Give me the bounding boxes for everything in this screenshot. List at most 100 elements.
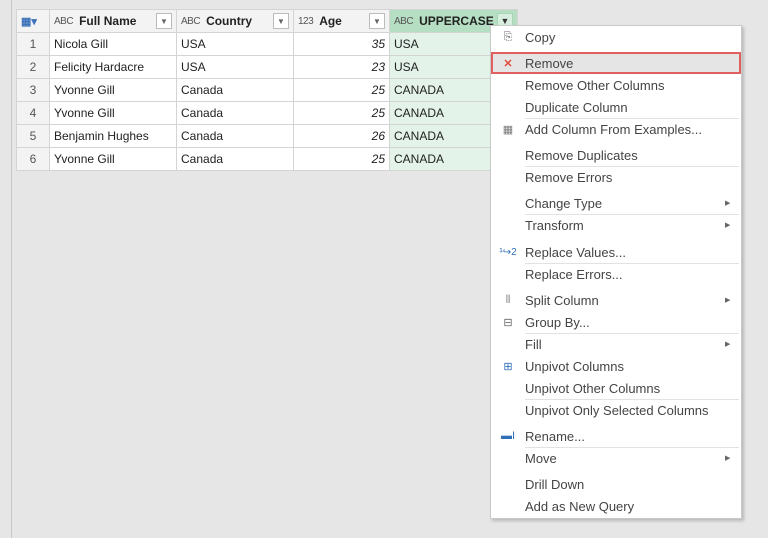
menu-item-split-column[interactable]: ⫴ Split Column ▶ [491,289,741,311]
table-row: 5 Benjamin Hughes Canada 26 CANADA [16,124,518,148]
cell-country[interactable]: USA [176,32,294,56]
context-menu: ⎘ Copy ✕ Remove Remove Other Columns Duplicat… [490,25,742,519]
copy-icon: ⎘ [503,30,513,43]
text-type-icon[interactable]: ABC [181,16,201,27]
menu-separator [525,263,739,264]
filter-dropdown-icon[interactable]: ▼ [273,13,289,29]
column-label: Country [206,14,253,28]
data-grid: ▦▾ ABC Full Name ▼ ABC Country ▼ 123 Age ▼ ABC… [16,9,518,171]
menu-item-drill-down[interactable]: Drill Down [491,473,741,495]
menu-item-transform[interactable]: Transform ▶ [491,214,741,236]
cell-age[interactable]: 23 [293,55,390,79]
rename-icon: ▬I [500,430,516,442]
menu-separator [525,333,739,334]
remove-column-icon: ✕ [503,57,513,70]
pane-border [11,0,12,538]
cell-country[interactable]: Canada [176,101,294,125]
menu-item-group-by[interactable]: ⊟ Group By... [491,311,741,333]
submenu-arrow-icon: ▶ [725,341,731,348]
row-number[interactable]: 4 [16,101,50,125]
menu-item-copy[interactable]: ⎘ Copy [491,26,741,48]
menu-item-label: Unpivot Only Selected Columns [525,402,709,418]
cell-full-name[interactable]: Yvonne Gill [49,78,177,102]
row-number[interactable]: 5 [16,124,50,148]
submenu-arrow-icon: ▶ [725,200,731,207]
column-header-full-name[interactable]: ABC Full Name ▼ [49,9,177,33]
row-number[interactable]: 1 [16,32,50,56]
menu-item-add-as-new-query[interactable]: Add as New Query [491,495,741,517]
filter-dropdown-icon[interactable]: ▼ [369,13,385,29]
cell-age[interactable]: 26 [293,124,390,148]
cell-age[interactable]: 25 [293,101,390,125]
menu-item-label: Group By... [525,314,590,330]
column-label: Full Name [79,14,137,28]
add-column-examples-icon: ▦ [502,123,514,136]
menu-item-label: Rename... [525,428,585,444]
cell-full-name[interactable]: Benjamin Hughes [49,124,177,148]
menu-separator [525,447,739,448]
replace-values-icon: ¹↪2 [499,246,517,258]
cell-age[interactable]: 35 [293,32,390,56]
menu-item-unpivot-columns[interactable]: ⊞ Unpivot Columns [491,355,741,377]
menu-item-remove-other-columns[interactable]: Remove Other Columns [491,74,741,96]
cell-country[interactable]: Canada [176,124,294,148]
menu-item-rename[interactable]: ▬I Rename... [491,425,741,447]
column-header-country[interactable]: ABC Country ▼ [176,9,294,33]
cell-full-name[interactable]: Nicola Gill [49,32,177,56]
cell-age[interactable]: 25 [293,78,390,102]
submenu-arrow-icon: ▶ [725,455,731,462]
menu-item-label: Unpivot Columns [525,358,624,374]
menu-item-label: Copy [525,29,556,45]
menu-item-unpivot-other-columns[interactable]: Unpivot Other Columns [491,377,741,399]
row-number[interactable]: 2 [16,55,50,79]
menu-item-label: Unpivot Other Columns [525,380,661,396]
table-row: 4 Yvonne Gill Canada 25 CANADA [16,101,518,125]
cell-full-name[interactable]: Yvonne Gill [49,101,177,125]
menu-item-label: Add as New Query [525,498,635,514]
menu-item-unpivot-only-selected-columns[interactable]: Unpivot Only Selected Columns [491,399,741,421]
submenu-arrow-icon: ▶ [725,222,731,229]
text-type-icon[interactable]: ABC [54,16,74,27]
cell-country[interactable]: Canada [176,147,294,171]
menu-item-remove-errors[interactable]: Remove Errors [491,166,741,188]
cell-full-name[interactable]: Felicity Hardacre [49,55,177,79]
menu-item-label: Transform [525,217,584,233]
menu-item-label: Remove Duplicates [525,147,638,163]
table-row: 2 Felicity Hardacre USA 23 USA [16,55,518,79]
cell-full-name[interactable]: Yvonne Gill [49,147,177,171]
menu-item-remove-duplicates[interactable]: Remove Duplicates [491,144,741,166]
menu-item-add-column-from-examples[interactable]: ▦ Add Column From Examples... [491,118,741,140]
menu-item-replace-errors[interactable]: Replace Errors... [491,263,741,285]
row-number[interactable]: 6 [16,147,50,171]
menu-separator [525,214,739,215]
menu-item-move[interactable]: Move ▶ [491,447,741,469]
table-row: 6 Yvonne Gill Canada 25 CANADA [16,147,518,171]
group-by-icon: ⊟ [503,316,513,329]
menu-item-change-type[interactable]: Change Type ▶ [491,192,741,214]
unpivot-icon: ⊞ [503,360,513,373]
menu-item-label: Duplicate Column [525,99,628,115]
header-row: ▦▾ ABC Full Name ▼ ABC Country ▼ 123 Age ▼ ABC… [16,9,518,33]
menu-separator [525,118,739,119]
menu-item-duplicate-column[interactable]: Duplicate Column [491,96,741,118]
row-number[interactable]: 3 [16,78,50,102]
menu-item-label: Fill [525,336,542,352]
menu-item-replace-values[interactable]: ¹↪2 Replace Values... [491,241,741,263]
table-row: 1 Nicola Gill USA 35 USA [16,32,518,56]
text-type-icon[interactable]: ABC [394,16,414,27]
cell-age[interactable]: 25 [293,147,390,171]
column-label: Age [319,14,342,28]
table-icon: ▦▾ [21,16,37,28]
menu-item-label: Remove Other Columns [525,77,665,93]
number-type-icon[interactable]: 123 [298,16,314,27]
table-menu-button[interactable]: ▦▾ [16,9,50,33]
filter-dropdown-icon[interactable]: ▼ [156,13,172,29]
menu-item-label: Split Column [525,292,599,308]
menu-item-fill[interactable]: Fill ▶ [491,333,741,355]
menu-item-remove[interactable]: ✕ Remove [491,52,741,74]
column-header-age[interactable]: 123 Age ▼ [293,9,390,33]
cell-country[interactable]: Canada [176,78,294,102]
submenu-arrow-icon: ▶ [725,297,731,304]
cell-country[interactable]: USA [176,55,294,79]
column-label: UPPERCASE [419,14,494,28]
